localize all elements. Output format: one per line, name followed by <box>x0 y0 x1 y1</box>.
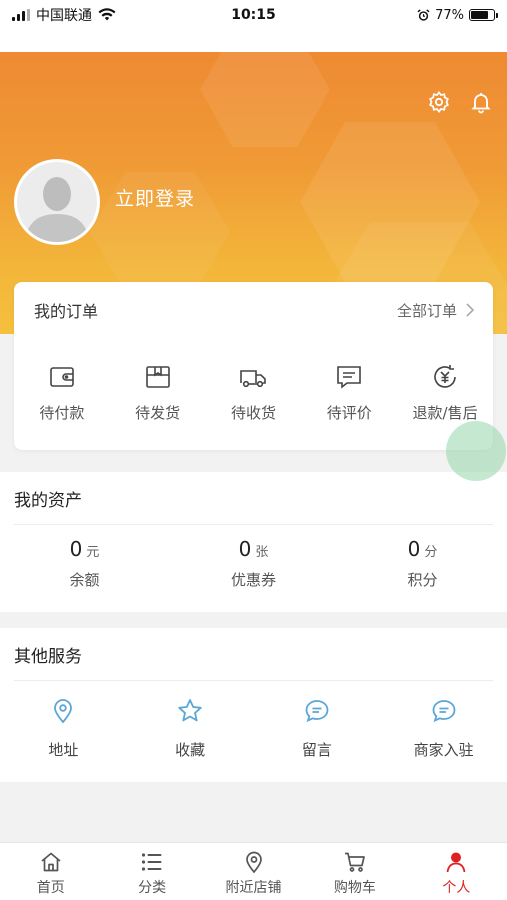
status-bar: 中国联通 10:15 77% <box>0 0 507 30</box>
services-section: 其他服务 地址 收藏 留言 商家入驻 <box>0 628 507 782</box>
all-orders-label: 全部订单 <box>396 301 457 320</box>
order-pending-review[interactable]: 待评价 <box>304 362 394 423</box>
asset-label: 余额 <box>69 571 100 589</box>
alarm-icon <box>417 8 430 21</box>
service-label: 商家入驻 <box>413 741 474 759</box>
service-message[interactable]: 留言 <box>254 681 381 760</box>
order-item-label: 待发货 <box>135 404 181 422</box>
service-merchant-join[interactable]: 商家入驻 <box>380 681 507 760</box>
message-icon <box>305 700 329 723</box>
home-icon <box>41 852 61 872</box>
refund-icon <box>434 365 456 388</box>
asset-unit: 元 <box>86 545 100 560</box>
service-address[interactable]: 地址 <box>0 681 127 760</box>
package-icon <box>145 366 170 388</box>
all-orders-link[interactable]: 全部订单 <box>397 300 475 321</box>
battery-percent: 77% <box>435 7 464 23</box>
order-refund[interactable]: 退款/售后 <box>400 362 490 423</box>
carrier-name: 中国联通 <box>36 8 92 24</box>
tab-cart[interactable]: 购物车 <box>304 843 405 900</box>
asset-unit: 分 <box>424 545 438 560</box>
star-icon <box>178 699 202 722</box>
person-icon <box>446 852 466 873</box>
asset-value: 0 <box>69 537 83 561</box>
asset-label: 优惠券 <box>230 571 276 589</box>
asset-balance[interactable]: 0元 余额 <box>0 525 169 590</box>
floating-assist-button[interactable] <box>446 421 506 481</box>
service-label: 留言 <box>301 741 332 759</box>
order-pending-payment[interactable]: 待付款 <box>17 362 107 423</box>
bell-icon[interactable] <box>469 90 493 114</box>
assets-title: 我的资产 <box>14 490 82 511</box>
avatar[interactable] <box>14 159 100 245</box>
tab-label: 个人 <box>442 880 471 896</box>
order-item-label: 待评价 <box>326 404 372 422</box>
asset-unit: 张 <box>255 545 269 560</box>
services-title: 其他服务 <box>14 646 82 667</box>
order-pending-receipt[interactable]: 待收货 <box>208 362 298 423</box>
asset-value: 0 <box>407 537 421 561</box>
tab-label: 购物车 <box>333 880 376 896</box>
orders-title: 我的订单 <box>34 302 99 321</box>
tab-profile[interactable]: 个人 <box>406 843 507 900</box>
wallet-icon <box>50 367 74 387</box>
location-icon <box>54 699 73 724</box>
order-card: 我的订单 全部订单 待付款 待发货 待收货 待评价 退款/售后 <box>14 282 493 450</box>
wifi-icon <box>98 8 116 21</box>
tab-label: 首页 <box>36 880 65 896</box>
tab-home[interactable]: 首页 <box>0 843 101 900</box>
assets-section: 我的资产 0元 余额 0张 优惠券 0分 积分 <box>0 472 507 612</box>
signal-icon <box>12 9 30 21</box>
asset-points[interactable]: 0分 积分 <box>338 525 507 590</box>
asset-coupons[interactable]: 0张 优惠券 <box>169 525 338 590</box>
order-item-label: 待收货 <box>230 404 276 422</box>
service-label: 地址 <box>48 741 79 759</box>
service-label: 收藏 <box>175 741 206 759</box>
battery-icon <box>469 9 498 21</box>
order-item-label: 待付款 <box>39 404 85 422</box>
comment-icon <box>337 366 362 389</box>
login-link[interactable]: 立即登录 <box>115 184 195 211</box>
list-icon <box>142 853 162 871</box>
tab-label: 附近店铺 <box>225 880 282 896</box>
service-favorites[interactable]: 收藏 <box>127 681 254 760</box>
default-avatar-icon <box>17 162 97 242</box>
order-item-label: 退款/售后 <box>412 404 478 422</box>
chevron-right-icon <box>466 303 475 317</box>
tab-label: 分类 <box>138 880 167 896</box>
message-icon <box>432 700 456 723</box>
tab-nearby-stores[interactable]: 附近店铺 <box>203 843 304 900</box>
asset-label: 积分 <box>407 571 438 589</box>
asset-value: 0 <box>238 537 252 561</box>
order-pending-shipment[interactable]: 待发货 <box>113 362 203 423</box>
gear-icon[interactable] <box>427 90 451 114</box>
cart-icon <box>344 852 365 872</box>
location-icon <box>245 851 262 874</box>
tab-bar: 首页 分类 附近店铺 购物车 个人 <box>0 842 507 900</box>
truck-icon <box>240 370 267 388</box>
top-spacer <box>0 30 507 52</box>
tab-category[interactable]: 分类 <box>101 843 202 900</box>
